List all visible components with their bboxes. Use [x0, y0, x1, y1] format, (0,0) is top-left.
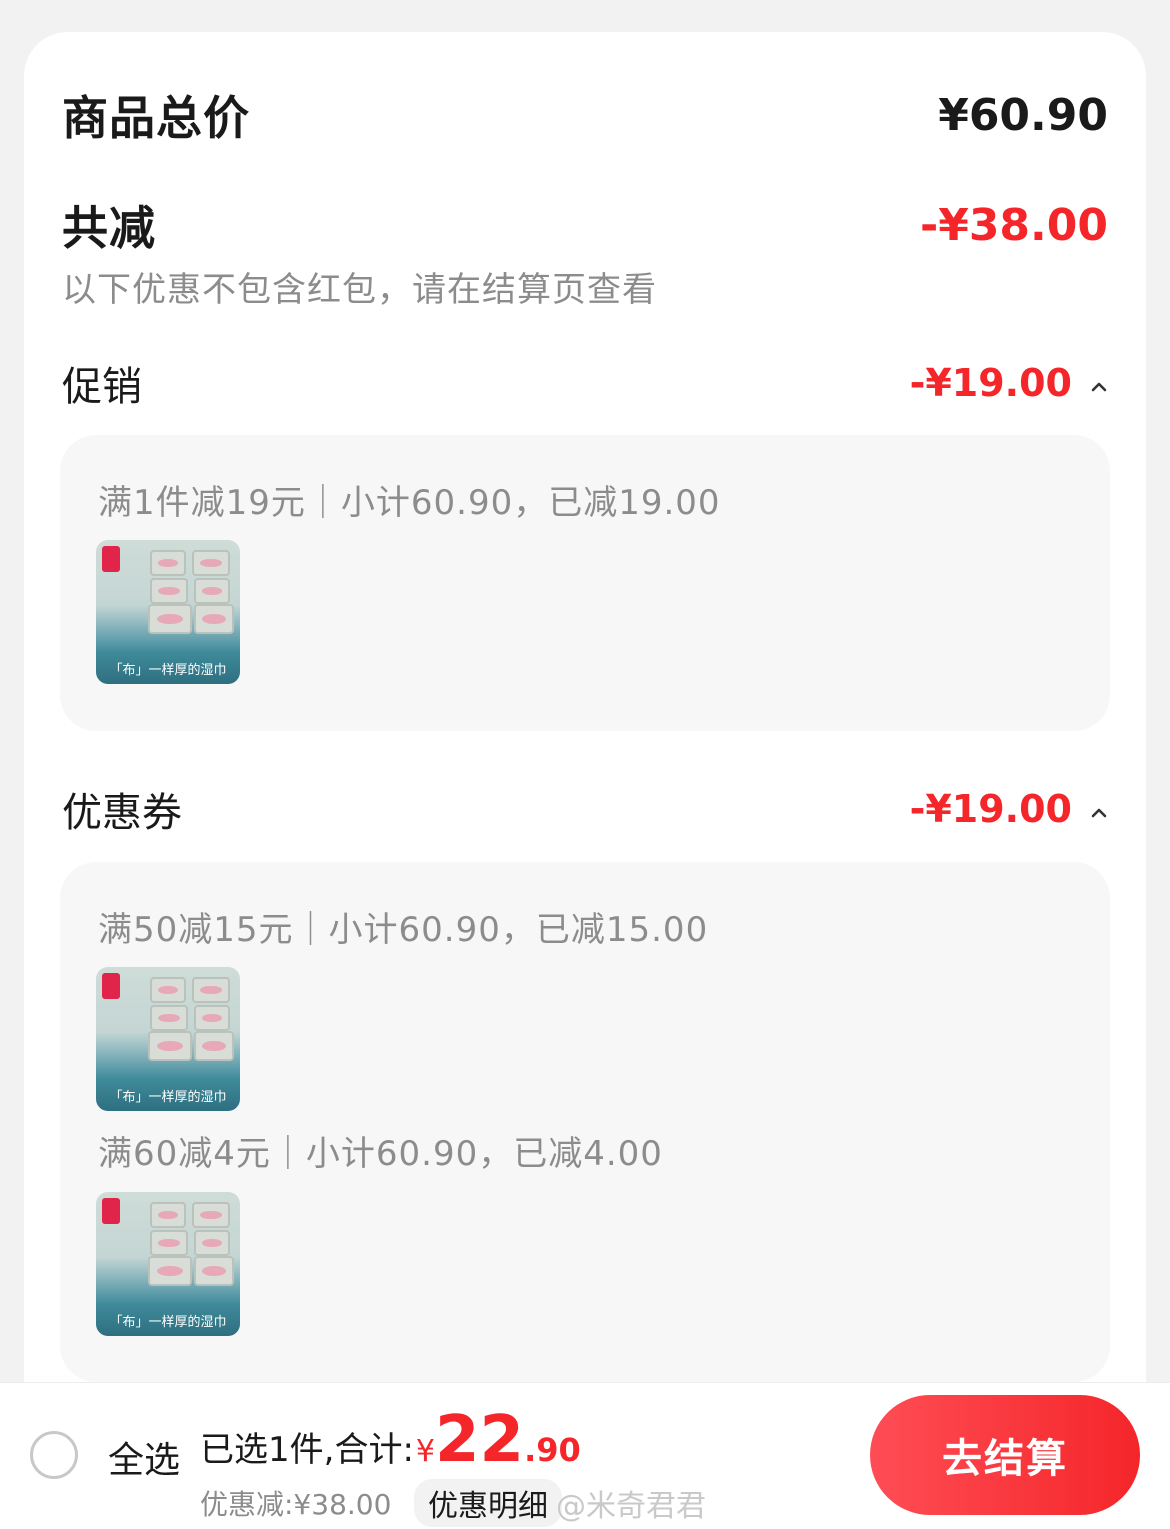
discount-note: 以下优惠不包含红包，请在结算页查看 — [62, 270, 657, 310]
reduce-row: 共减 -¥38.00 — [62, 192, 1108, 258]
reduce-label: 共减 — [62, 201, 156, 255]
coupon-header[interactable]: 优惠券 -¥19.00 — [62, 780, 1108, 838]
total-row: 商品总价 ¥60.90 — [62, 82, 1108, 148]
total-decimal: .90 — [524, 1431, 581, 1469]
coupon-rule-text: 满50减15元｜小计60.90，已减15.00 — [98, 910, 709, 950]
select-all-label[interactable]: 全选 — [108, 1431, 180, 1483]
product-thumbnail[interactable]: 「布」一样厚的湿巾 — [96, 540, 240, 684]
total-summary: 已选1件,合计: ¥ 22 .90 — [200, 1403, 581, 1477]
reduce-value: -¥38.00 — [919, 199, 1108, 251]
promotion-panel: 满1件减19元｜小计60.90，已减19.00 「布」一样厚的湿巾 — [60, 435, 1110, 731]
coupon-panel: 满50减15元｜小计60.90，已减15.00 「布」一样厚的湿巾 满60减4元… — [60, 862, 1110, 1382]
promotion-rule-text: 满1件减19元｜小计60.90，已减19.00 — [98, 483, 721, 523]
watermark: @米奇君君 — [556, 1489, 706, 1524]
coupon-amount: -¥19.00 — [909, 787, 1072, 831]
coupon-title: 优惠券 — [62, 790, 182, 836]
discount-detail-button[interactable]: 优惠明细 — [414, 1479, 562, 1527]
coupon-amount-group: -¥19.00 — [910, 787, 1108, 831]
checkout-button[interactable]: 去结算 — [870, 1395, 1140, 1515]
radio-unchecked-icon[interactable] — [30, 1431, 78, 1479]
promotion-amount-group: -¥19.00 — [910, 361, 1108, 405]
thumbnail-caption: 「布」一样厚的湿巾 — [109, 1090, 227, 1105]
total-label: 商品总价 — [62, 91, 250, 145]
promotion-amount: -¥19.00 — [909, 361, 1072, 405]
promotion-title: 促销 — [62, 364, 142, 410]
brand-logo-icon — [102, 1198, 120, 1224]
brand-logo-icon — [102, 546, 120, 572]
coupon-rule-text: 满60减4元｜小计60.90，已减4.00 — [98, 1134, 663, 1174]
discount-detail-card: 商品总价 ¥60.90 共减 -¥38.00 以下优惠不包含红包，请在结算页查看… — [24, 32, 1146, 1452]
currency-symbol: ¥ — [415, 1434, 435, 1469]
discount-text: 优惠减:¥38.00 — [200, 1488, 392, 1521]
total-integer: 22 — [435, 1403, 525, 1477]
selected-count-label: 已选1件,合计: — [200, 1430, 414, 1470]
product-thumbnail[interactable]: 「布」一样厚的湿巾 — [96, 967, 240, 1111]
brand-logo-icon — [102, 973, 120, 999]
thumbnail-caption: 「布」一样厚的湿巾 — [109, 1315, 227, 1330]
promotion-header[interactable]: 促销 -¥19.00 — [62, 354, 1108, 412]
chevron-up-icon[interactable] — [1090, 378, 1108, 396]
thumbnail-caption: 「布」一样厚的湿巾 — [109, 663, 227, 678]
product-thumbnail[interactable]: 「布」一样厚的湿巾 — [96, 1192, 240, 1336]
chevron-up-icon[interactable] — [1090, 804, 1108, 822]
total-value: ¥60.90 — [938, 89, 1108, 141]
checkout-bar: 全选 已选1件,合计: ¥ 22 .90 优惠减:¥38.00 优惠明细 @米奇… — [0, 1382, 1170, 1529]
